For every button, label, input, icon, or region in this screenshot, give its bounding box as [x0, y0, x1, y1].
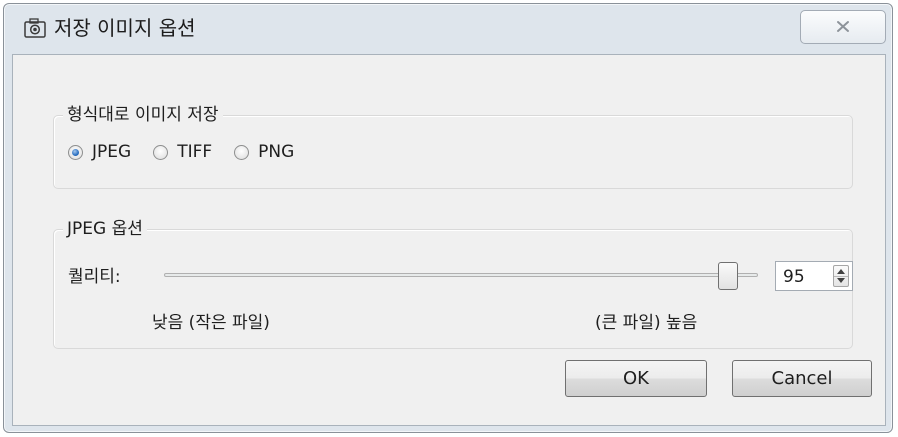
spin-divider	[834, 276, 848, 277]
ok-button[interactable]: OK	[565, 360, 707, 397]
camera-icon	[24, 18, 46, 38]
jpeg-options-group: JPEG 옵션 퀄리티: 95 낮음 (작은 파일) (큰 파일) 높음	[53, 216, 853, 349]
spin-up-icon[interactable]	[837, 269, 845, 274]
close-icon	[836, 18, 850, 37]
radio-jpeg-indicator[interactable]	[68, 144, 83, 160]
quality-label: 퀄리티:	[68, 267, 121, 287]
close-button[interactable]	[800, 10, 886, 44]
window-title: 저장 이미지 옵션	[54, 16, 196, 40]
save-image-options-dialog: 저장 이미지 옵션 형식대로 이미지 저장 JPEG TIFF PNG JPEG…	[3, 3, 893, 433]
title-bar[interactable]: 저장 이미지 옵션	[4, 4, 892, 54]
format-group-legend: 형식대로 이미지 저장	[63, 102, 223, 128]
cancel-button[interactable]: Cancel	[732, 360, 872, 397]
radio-tiff-label[interactable]: TIFF	[177, 140, 212, 164]
quality-slider-thumb[interactable]	[718, 262, 739, 290]
radio-png-label[interactable]: PNG	[258, 140, 294, 164]
radio-png[interactable]: PNG	[234, 140, 294, 164]
quality-value[interactable]: 95	[783, 265, 805, 289]
radio-tiff[interactable]: TIFF	[153, 140, 212, 164]
format-group: 형식대로 이미지 저장 JPEG TIFF PNG	[53, 102, 853, 189]
quality-high-hint: (큰 파일) 높음	[595, 313, 698, 333]
dialog-body: 형식대로 이미지 저장 JPEG TIFF PNG JPEG 옵션 퀄리티: 9…	[12, 54, 886, 426]
radio-tiff-indicator[interactable]	[153, 144, 169, 160]
jpeg-options-legend: JPEG 옵션	[63, 216, 147, 242]
spin-buttons[interactable]	[833, 265, 849, 287]
radio-jpeg-label[interactable]: JPEG	[92, 140, 131, 164]
radio-png-indicator[interactable]	[234, 144, 250, 160]
quality-spinbox[interactable]: 95	[775, 261, 853, 291]
spin-down-icon[interactable]	[837, 278, 845, 283]
quality-slider-track[interactable]	[164, 273, 758, 277]
quality-low-hint: 낮음 (작은 파일)	[152, 313, 270, 333]
radio-jpeg[interactable]: JPEG	[68, 140, 131, 164]
format-radio-group: JPEG TIFF PNG	[68, 140, 316, 164]
